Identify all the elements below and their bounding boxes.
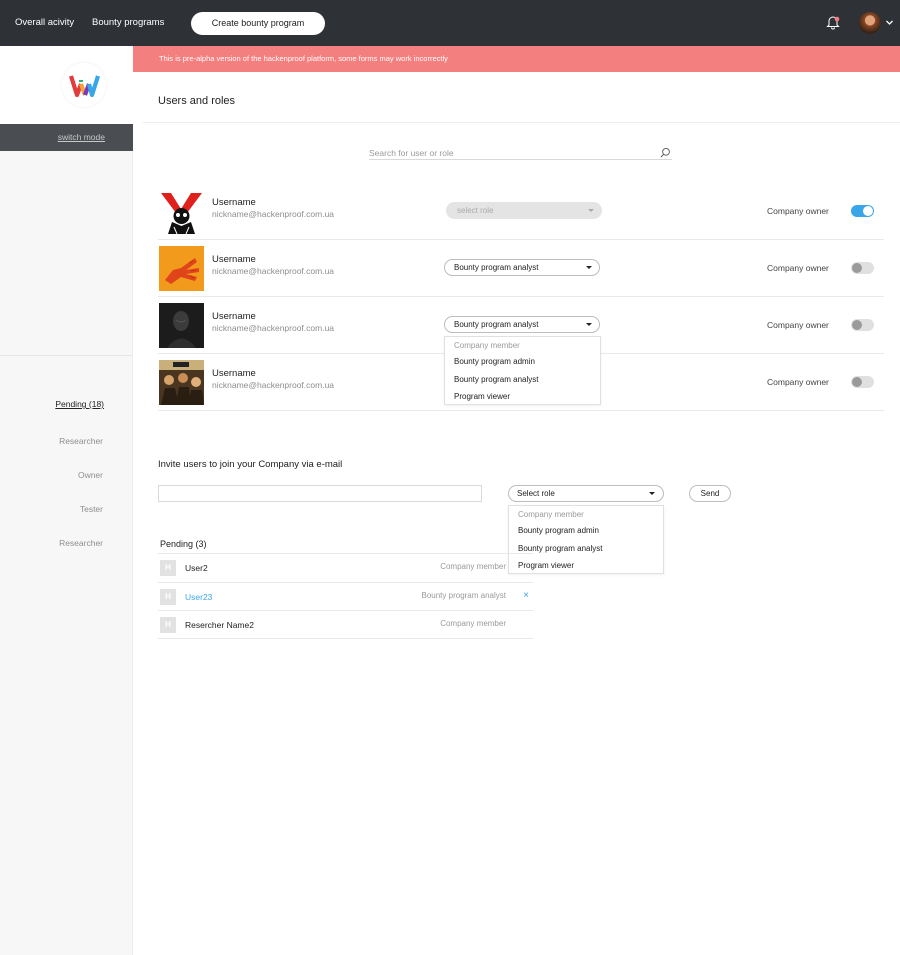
pending-user-role: Company member — [440, 562, 506, 571]
user-row: Username nickname@hackenproof.com.ua Bou… — [158, 240, 884, 297]
user-badge: H — [160, 560, 176, 576]
invite-role-select-value: Select role — [517, 489, 555, 498]
pending-row: H Resercher Name2 Company member — [158, 610, 533, 639]
chevron-down-icon — [586, 266, 592, 269]
company-owner-toggle[interactable] — [851, 262, 874, 274]
user-badge: H — [160, 617, 176, 633]
company-owner-label: Company owner — [767, 206, 829, 216]
dropdown-option-company-member: Company member — [454, 341, 520, 350]
user-email: nickname@hackenproof.com.ua — [212, 323, 335, 333]
role-select[interactable]: Bounty program analyst — [444, 259, 600, 276]
chevron-down-icon — [586, 323, 592, 326]
company-owner-toggle[interactable] — [851, 205, 874, 217]
switch-mode-bar: switch mode — [0, 124, 133, 151]
create-bounty-program-button[interactable]: Create bounty program — [191, 12, 325, 35]
pending-title: Pending (3) — [160, 539, 207, 549]
pending-user-role: Company member — [440, 619, 506, 628]
bell-icon[interactable] — [825, 14, 841, 30]
top-bar: Overall acivity Bounty programs Create b… — [0, 0, 900, 46]
username[interactable]: Username — [212, 197, 256, 208]
dropdown-option-company-member: Company member — [518, 510, 584, 519]
alert-text: This is pre-alpha version of the hackenp… — [159, 54, 448, 63]
dropdown-option-bounty-program-admin[interactable]: Bounty program admin — [518, 526, 599, 535]
divider — [0, 355, 133, 356]
page-title: Users and roles — [158, 95, 236, 107]
dropdown-option-program-viewer[interactable]: Program viewer — [454, 392, 510, 401]
pending-user-name[interactable]: User2 — [185, 563, 208, 573]
role-select-value: select role — [457, 206, 494, 215]
user-email: nickname@hackenproof.com.ua — [212, 209, 335, 219]
invite-email-input[interactable] — [158, 485, 482, 502]
switch-mode-link[interactable]: switch mode — [58, 132, 105, 142]
toggle-knob — [852, 263, 862, 273]
sidebar-item-pending[interactable]: Pending (18) — [55, 399, 104, 409]
pending-user-name[interactable]: User23 — [185, 592, 212, 602]
dropdown-option-bounty-program-analyst[interactable]: Bounty program analyst — [454, 375, 539, 384]
search-icon[interactable] — [660, 147, 671, 158]
close-icon[interactable]: × — [523, 590, 529, 601]
role-dropdown-menu: Company member Bounty program admin Boun… — [444, 336, 601, 405]
search-field — [369, 143, 672, 160]
pending-user-role: Bounty program analyst — [421, 591, 507, 600]
user-email: nickname@hackenproof.com.ua — [212, 380, 335, 390]
pending-row: H User2 Company member — [158, 553, 533, 582]
chevron-down-icon — [588, 209, 594, 212]
avatar[interactable] — [859, 12, 881, 34]
user-email: nickname@hackenproof.com.ua — [212, 266, 335, 276]
nav-overall-activity[interactable]: Overall acivity — [15, 0, 74, 46]
username[interactable]: Username — [212, 311, 256, 322]
username[interactable]: Username — [212, 368, 256, 379]
sidebar-item-tester[interactable]: Tester — [80, 504, 103, 514]
user-avatar[interactable] — [159, 246, 204, 291]
logo-area — [0, 46, 133, 124]
chevron-down-icon — [649, 492, 655, 495]
sidebar-item-researcher[interactable]: Researcher — [59, 436, 103, 446]
pending-row: H User23 Bounty program analyst × — [158, 582, 533, 611]
invite-role-select[interactable]: Select role — [508, 485, 664, 502]
username[interactable]: Username — [212, 254, 256, 265]
toggle-knob — [852, 377, 862, 387]
pending-user-name[interactable]: Resercher Name2 — [185, 620, 254, 630]
pre-alpha-alert: This is pre-alpha version of the hackenp… — [133, 46, 900, 72]
company-owner-label: Company owner — [767, 377, 829, 387]
role-select-value: Bounty program analyst — [454, 263, 539, 272]
user-avatar[interactable] — [159, 189, 204, 234]
divider — [143, 122, 900, 123]
role-select[interactable]: select role — [446, 202, 602, 219]
sidebar-item-researcher[interactable]: Researcher — [59, 538, 103, 548]
chevron-down-icon[interactable] — [885, 18, 894, 27]
toggle-knob — [852, 320, 862, 330]
sidebar: switch mode Pending (18) Researcher Owne… — [0, 46, 133, 955]
toggle-knob — [863, 206, 873, 216]
company-owner-label: Company owner — [767, 320, 829, 330]
invite-title: Invite users to join your Company via e-… — [158, 459, 343, 470]
search-input[interactable] — [369, 148, 649, 158]
user-row: Username nickname@hackenproof.com.ua sel… — [158, 183, 884, 240]
company-owner-label: Company owner — [767, 263, 829, 273]
role-select[interactable]: Bounty program analyst — [444, 316, 600, 333]
user-badge: H — [160, 589, 176, 605]
nav-bounty-programs[interactable]: Bounty programs — [92, 0, 164, 46]
sidebar-item-owner[interactable]: Owner — [78, 470, 103, 480]
company-owner-toggle[interactable] — [851, 319, 874, 331]
company-owner-toggle[interactable] — [851, 376, 874, 388]
user-avatar[interactable] — [159, 360, 204, 405]
dropdown-option-bounty-program-admin[interactable]: Bounty program admin — [454, 357, 535, 366]
send-button[interactable]: Send — [689, 485, 731, 502]
user-avatar[interactable] — [159, 303, 204, 348]
dropdown-option-bounty-program-analyst[interactable]: Bounty program analyst — [518, 544, 603, 553]
role-select-value: Bounty program analyst — [454, 320, 539, 329]
company-logo — [62, 63, 106, 107]
